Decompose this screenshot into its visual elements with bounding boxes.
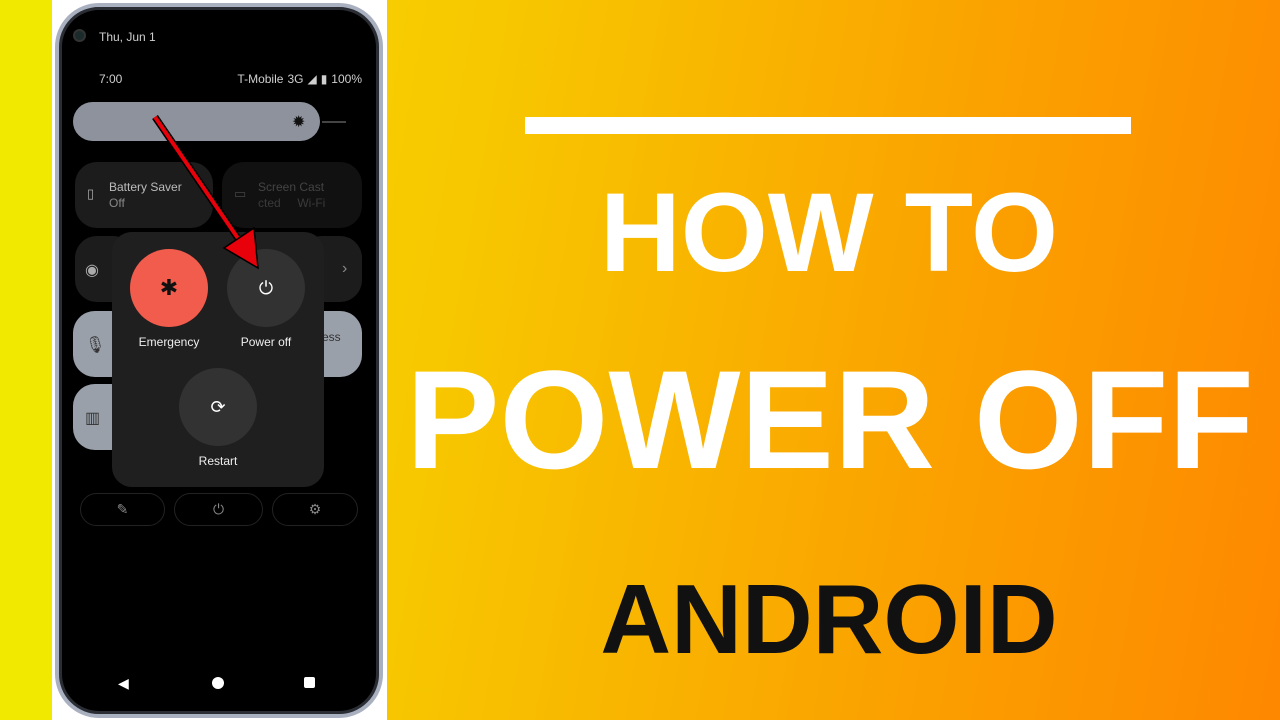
chip-icon: ▥ bbox=[85, 410, 101, 427]
home-button[interactable] bbox=[212, 677, 224, 689]
recents-button[interactable] bbox=[304, 677, 315, 688]
edit-button[interactable]: ✎ bbox=[80, 493, 165, 526]
headline-line3: ANDROID bbox=[600, 564, 1058, 674]
pencil-icon: ✎ bbox=[116, 501, 129, 517]
power-icon: ⏻ bbox=[212, 501, 225, 517]
restart-label: Restart bbox=[198, 454, 238, 468]
settings-button[interactable]: ⚙ bbox=[272, 493, 358, 526]
headline-line1: HOW TO bbox=[599, 170, 1059, 295]
red-arrow bbox=[152, 115, 259, 270]
gear-icon: ⚙ bbox=[308, 501, 322, 517]
restart-button[interactable]: ⟳ bbox=[179, 368, 257, 446]
tile-fragment: ess bbox=[322, 330, 341, 344]
emergency-label: Emergency bbox=[138, 335, 200, 349]
mic-icon: 🎙︎ bbox=[85, 337, 106, 354]
power-off-label: Power off bbox=[240, 335, 292, 349]
headline-line2: POWER OFF bbox=[406, 341, 1254, 498]
back-button[interactable]: ◀ bbox=[118, 675, 129, 692]
restart-icon: ⟳ bbox=[210, 396, 226, 417]
title-underline-bar bbox=[525, 117, 1131, 134]
power-button[interactable]: ⏻ bbox=[174, 493, 263, 526]
arrow-head bbox=[222, 226, 259, 270]
arrow-shaft-fill bbox=[153, 115, 248, 252]
